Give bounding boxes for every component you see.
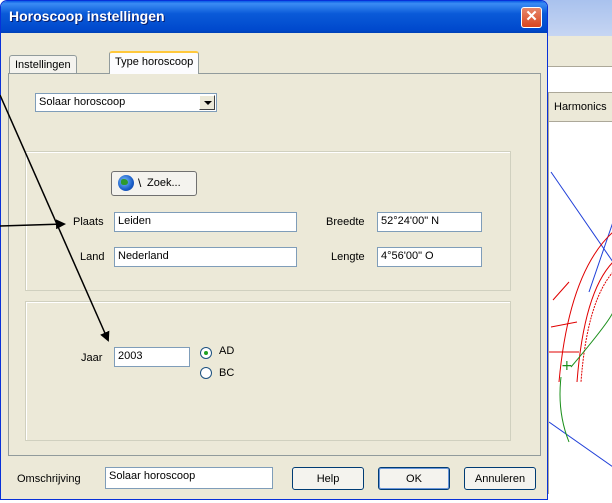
breedte-input[interactable]: 52°24'00" N bbox=[377, 212, 482, 232]
lengte-input[interactable]: 4°56'00" O bbox=[377, 247, 482, 267]
jaar-input[interactable]: 2003 bbox=[114, 347, 190, 367]
jaar-label: Jaar bbox=[81, 352, 103, 364]
chart-line bbox=[548, 421, 612, 467]
horoscope-wheel: + bbox=[548, 171, 612, 467]
help-button[interactable]: Help bbox=[292, 467, 364, 490]
tab-harmonics[interactable]: Harmonics bbox=[554, 101, 607, 113]
lengte-label: Lengte bbox=[331, 251, 365, 263]
horoscope-chart: + bbox=[548, 122, 612, 494]
radio-ad-label[interactable]: AD bbox=[219, 345, 234, 357]
ok-button[interactable]: OK bbox=[378, 467, 450, 490]
separator-glyph: \ bbox=[138, 176, 142, 190]
close-button[interactable]: ✕ bbox=[521, 7, 542, 28]
omschrijving-input[interactable]: Solaar horoscoop bbox=[105, 467, 273, 489]
background-toolbar bbox=[540, 36, 612, 67]
chevron-down-icon[interactable] bbox=[199, 95, 215, 110]
chart-symbol: + bbox=[561, 358, 573, 374]
radio-ad[interactable] bbox=[200, 347, 212, 359]
plaats-input[interactable]: Leiden bbox=[114, 212, 297, 232]
omschrijving-label: Omschrijving bbox=[17, 473, 81, 485]
settings-dialog: Horoscoop instellingen ✕ Instellingen Ty… bbox=[0, 0, 548, 500]
dialog-title: Horoscoop instellingen bbox=[9, 8, 165, 24]
tab-type-horoscoop[interactable]: Type horoscoop bbox=[109, 51, 200, 74]
plaats-label: Plaats bbox=[73, 216, 104, 228]
land-label: Land bbox=[80, 251, 105, 263]
horoscope-type-value: Solaar horoscoop bbox=[39, 96, 126, 108]
land-input[interactable]: Nederland bbox=[114, 247, 297, 267]
search-location-button[interactable]: \ Zoek... bbox=[111, 171, 197, 196]
breedte-label: Breedte bbox=[326, 216, 365, 228]
cancel-button[interactable]: Annuleren bbox=[464, 467, 536, 490]
radio-bc-label[interactable]: BC bbox=[219, 367, 234, 379]
background-titlebar bbox=[540, 0, 612, 36]
chart-aspect-lines bbox=[559, 312, 612, 443]
horoscope-type-select[interactable]: Solaar horoscoop bbox=[35, 93, 217, 112]
year-group bbox=[25, 301, 511, 441]
chart-line bbox=[550, 171, 612, 262]
globe-icon bbox=[118, 175, 134, 191]
tab-instellingen[interactable]: Instellingen bbox=[9, 55, 77, 73]
dialog-titlebar[interactable]: Horoscoop instellingen ✕ bbox=[1, 1, 547, 33]
radio-bc[interactable] bbox=[200, 367, 212, 379]
search-button-label: Zoek... bbox=[147, 177, 181, 189]
globe-land-shape bbox=[121, 179, 128, 185]
